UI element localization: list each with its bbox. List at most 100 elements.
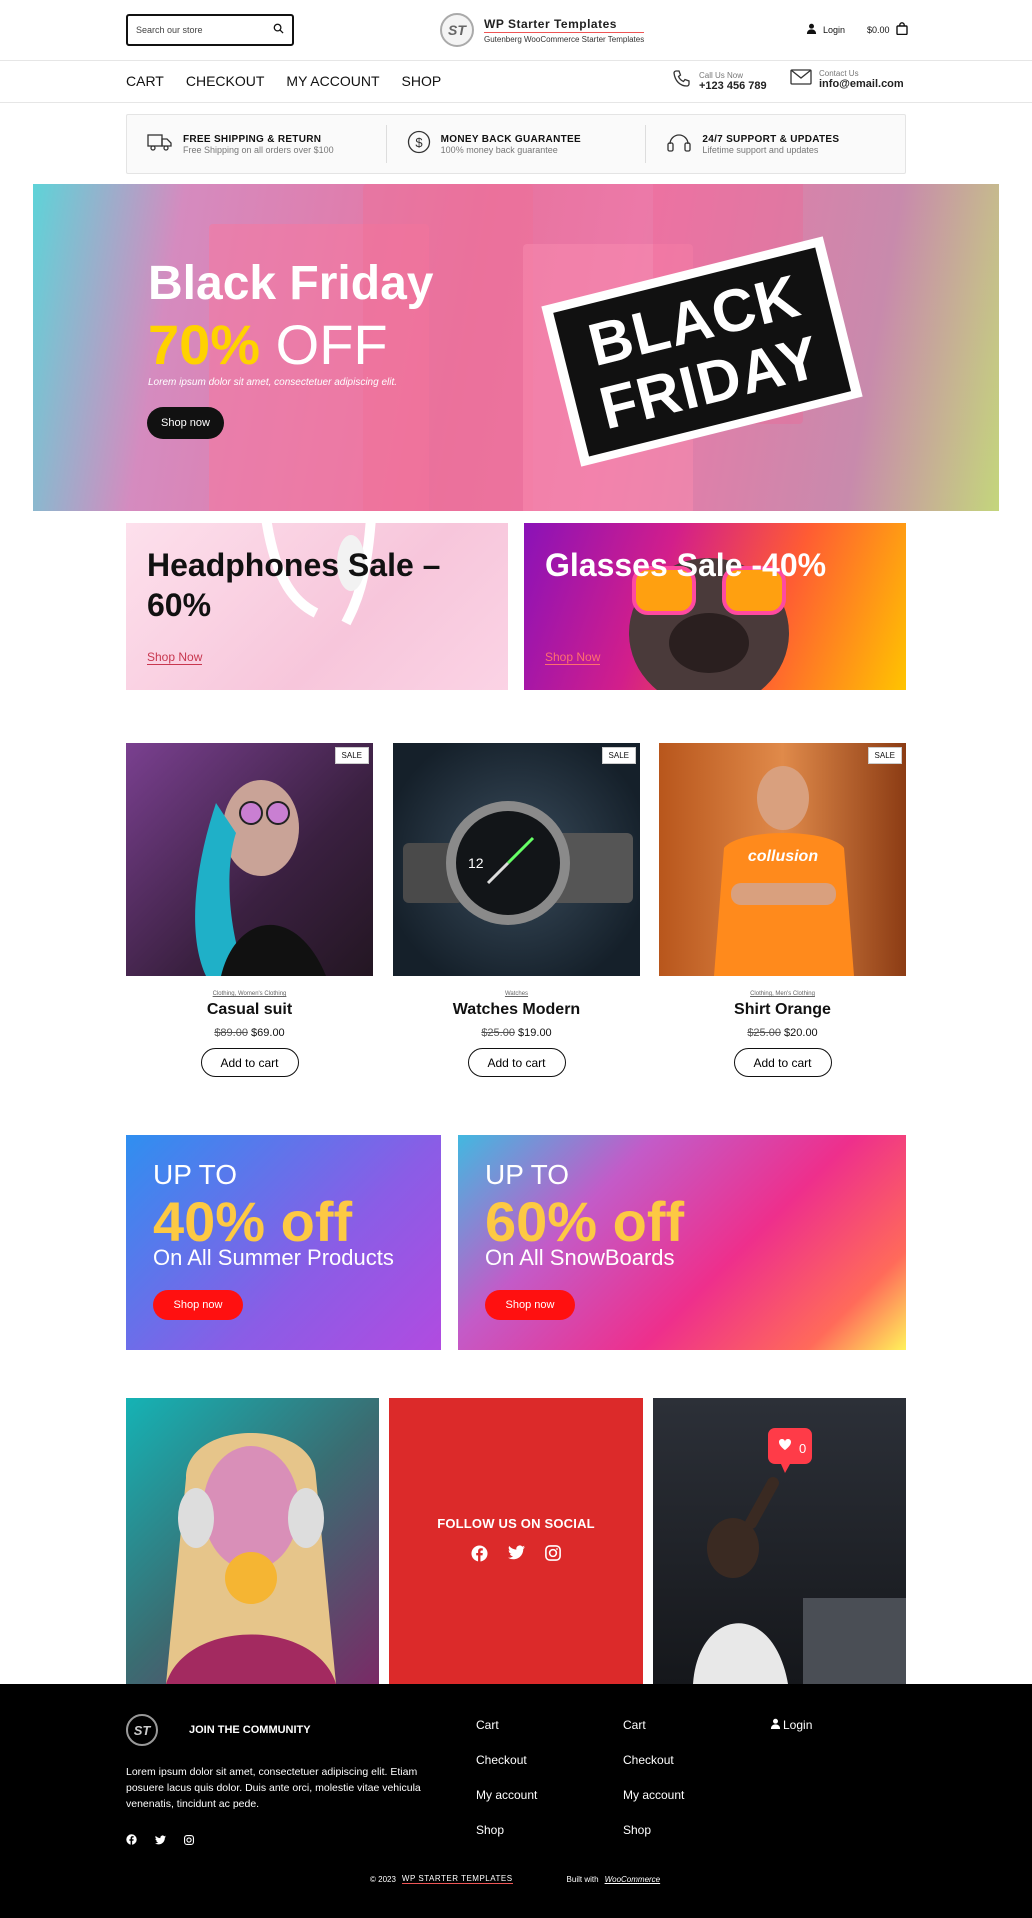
search-box[interactable] xyxy=(126,14,294,46)
search-input[interactable] xyxy=(136,25,273,35)
footer-login[interactable]: Login xyxy=(770,1718,812,1732)
hero-off: OFF xyxy=(275,313,388,376)
product-image[interactable]: 12 SALE xyxy=(393,743,640,976)
feature-title: MONEY BACK GUARANTEE xyxy=(440,133,581,145)
main-menu: CART CHECKOUT MY ACCOUNT SHOP xyxy=(126,73,441,89)
old-price: $89.00 xyxy=(214,1027,248,1039)
promo-title: Headphones Sale – 60% xyxy=(147,547,441,623)
truck-icon xyxy=(147,132,173,157)
footer-text: Lorem ipsum dolor sit amet, consectetuer… xyxy=(126,1766,421,1810)
facebook-icon[interactable] xyxy=(471,1544,488,1567)
product-name[interactable]: Watches Modern xyxy=(393,1001,640,1019)
support-icon xyxy=(666,130,692,159)
feature-title: FREE SHIPPING & RETURN xyxy=(183,133,322,145)
like-count: 0 xyxy=(799,1441,806,1456)
svg-text:$: $ xyxy=(415,135,423,150)
banner-snowboards[interactable]: UP TO 60% off On All SnowBoards Shop now xyxy=(458,1135,906,1350)
join-title: JOIN THE COMMUNITY xyxy=(189,1724,311,1736)
instagram-icon[interactable] xyxy=(545,1544,561,1567)
footer-link-shop[interactable]: Shop xyxy=(476,1823,537,1837)
user-icon[interactable] xyxy=(806,23,817,36)
menu-item-my-account[interactable]: MY ACCOUNT xyxy=(286,73,379,89)
footer-link-checkout[interactable]: Checkout xyxy=(623,1753,684,1767)
banner-summer[interactable]: UP TO 40% off On All Summer Products Sho… xyxy=(126,1135,441,1350)
hero-text: Lorem ipsum dolor sit amet, consectetuer… xyxy=(148,377,398,388)
hero-title: Black Friday xyxy=(148,257,434,310)
hero-shop-button[interactable]: Shop now xyxy=(147,407,224,439)
site-title: WP Starter Templates xyxy=(484,17,645,33)
phone-icon xyxy=(672,69,692,94)
promo-shop-link[interactable]: Shop Now xyxy=(545,650,601,665)
footer-brand-link[interactable]: WP STARTER TEMPLATES xyxy=(401,1874,513,1884)
social-icons xyxy=(471,1544,561,1567)
menu-item-checkout[interactable]: CHECKOUT xyxy=(186,73,265,89)
promo-headphones[interactable]: Headphones Sale – 60% Shop Now xyxy=(126,523,508,690)
copyright: © 2023 xyxy=(370,1874,396,1884)
dollar-icon: $ xyxy=(407,130,431,159)
call-number[interactable]: +123 456 789 xyxy=(699,80,767,92)
footer-logo[interactable]: ST xyxy=(126,1714,158,1746)
contact-us[interactable]: Contact Us info@email.com xyxy=(790,69,904,90)
old-price: $25.00 xyxy=(481,1027,515,1039)
banner-shop-button[interactable]: Shop now xyxy=(153,1290,243,1320)
product-image[interactable]: collusion SALE xyxy=(659,743,906,976)
old-price: $25.00 xyxy=(747,1027,781,1039)
call-us[interactable]: Call Us Now +123 456 789 xyxy=(672,69,767,94)
call-label: Call Us Now xyxy=(699,71,744,80)
social-image-left xyxy=(126,1398,379,1684)
woocommerce-link[interactable]: WooCommerce xyxy=(605,1875,661,1884)
menu-item-shop[interactable]: SHOP xyxy=(402,73,442,89)
sale-price: $69.00 xyxy=(251,1027,285,1039)
header-account: Login $0.00 xyxy=(806,22,908,37)
cart-total[interactable]: $0.00 xyxy=(867,25,890,35)
shopping-bag-icon[interactable] xyxy=(895,22,908,37)
hero-banner: Black Friday 70% OFF Lorem ipsum dolor s… xyxy=(33,184,999,511)
banner-shop-button[interactable]: Shop now xyxy=(485,1290,575,1320)
product-name[interactable]: Shirt Orange xyxy=(659,1001,906,1019)
banner-upto: UP TO xyxy=(153,1159,238,1190)
built-with: Built with xyxy=(566,1874,599,1884)
product-categories[interactable]: Clothing, Women's Clothing xyxy=(126,991,373,997)
email-address[interactable]: info@email.com xyxy=(819,78,904,90)
product-categories[interactable]: Watches xyxy=(393,991,640,997)
feature-support: 24/7 SUPPORT & UPDATES Lifetime support a… xyxy=(645,125,905,163)
banner-upto: UP TO xyxy=(485,1159,570,1190)
footer-link-checkout[interactable]: Checkout xyxy=(476,1753,537,1767)
sale-price: $20.00 xyxy=(784,1027,818,1039)
login-link[interactable]: Login xyxy=(823,25,845,35)
site-logo[interactable]: ST WP Starter Templates Gutenberg WooCom… xyxy=(440,13,645,47)
envelope-icon xyxy=(790,69,812,90)
facebook-icon[interactable] xyxy=(126,1832,137,1850)
product-image[interactable]: SALE xyxy=(126,743,373,976)
instagram-icon[interactable] xyxy=(184,1832,194,1850)
feature-sub: Lifetime support and updates xyxy=(702,144,819,155)
footer-link-cart[interactable]: Cart xyxy=(623,1718,684,1732)
footer-menu-2: Cart Checkout My account Shop xyxy=(623,1718,684,1858)
twitter-icon[interactable] xyxy=(508,1545,525,1567)
product-name[interactable]: Casual suit xyxy=(126,1001,373,1019)
footer-link-my-account[interactable]: My account xyxy=(623,1788,684,1802)
promo-glasses[interactable]: Glasses Sale -40% Shop Now xyxy=(524,523,906,690)
menu-item-cart[interactable]: CART xyxy=(126,73,164,89)
twitter-icon[interactable] xyxy=(155,1832,166,1850)
promo-title: Glasses Sale -40% xyxy=(545,547,827,583)
add-to-cart-button[interactable]: Add to cart xyxy=(733,1048,832,1077)
logo-badge: ST xyxy=(440,13,474,47)
footer-link-shop[interactable]: Shop xyxy=(623,1823,684,1837)
social-image-right: 0 xyxy=(653,1398,906,1684)
product-card: collusion SALE Clothing, Men's Clothing … xyxy=(659,743,906,1077)
product-card: SALE Clothing, Women's Clothing Casual s… xyxy=(126,743,373,1077)
add-to-cart-button[interactable]: Add to cart xyxy=(200,1048,299,1077)
product-categories[interactable]: Clothing, Men's Clothing xyxy=(659,991,906,997)
svg-text:12: 12 xyxy=(468,855,484,871)
sale-badge: SALE xyxy=(867,747,902,764)
search-icon[interactable] xyxy=(273,23,284,37)
footer-bottom: © 2023 WP STARTER TEMPLATES Built with W… xyxy=(370,1874,660,1884)
product-price: $25.00 $20.00 xyxy=(659,1027,906,1039)
footer-social xyxy=(126,1832,194,1850)
footer-link-cart[interactable]: Cart xyxy=(476,1718,537,1732)
feature-title: 24/7 SUPPORT & UPDATES xyxy=(702,133,840,145)
footer-link-my-account[interactable]: My account xyxy=(476,1788,537,1802)
promo-shop-link[interactable]: Shop Now xyxy=(147,650,203,665)
add-to-cart-button[interactable]: Add to cart xyxy=(467,1048,566,1077)
